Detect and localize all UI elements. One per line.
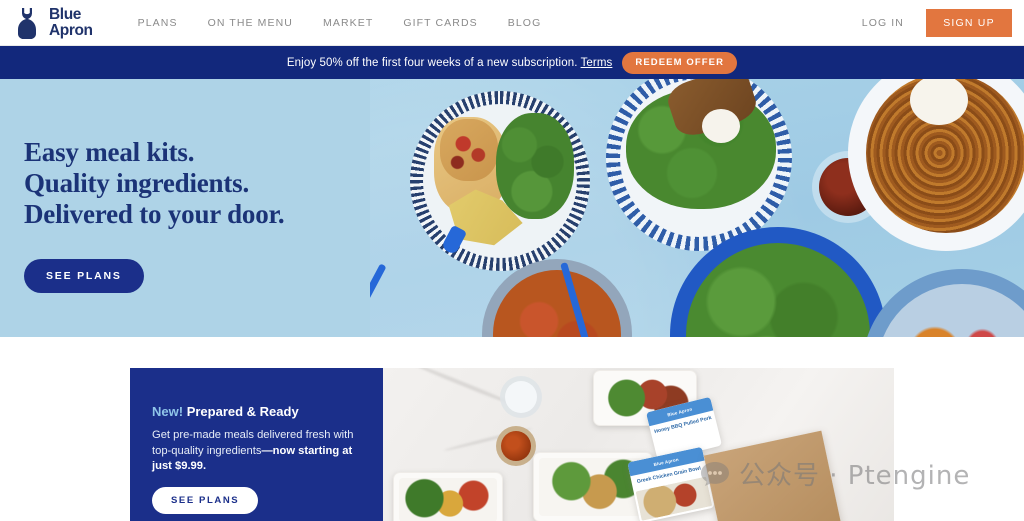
chili-ramekin [496,426,536,466]
redeem-offer-button[interactable]: REDEEM OFFER [622,51,738,74]
promo-banner-message: Enjoy 50% off the first four weeks of a … [286,56,578,69]
water-glass [500,376,542,418]
page-root: Blue Apron PLANS ON THE MENU MARKET GIFT… [0,0,1024,521]
nav-item-gift-cards[interactable]: GIFT CARDS [388,17,492,29]
brand-logo[interactable]: Blue Apron [12,7,93,39]
promo-banner: Enjoy 50% off the first four weeks of a … [0,46,1024,79]
meal-tray-veggie [393,472,503,521]
dish-chicken-kale [410,91,590,271]
fork-left [370,263,387,337]
main-nav: PLANS ON THE MENU MARKET GIFT CARDS BLOG [123,17,557,29]
dish-chicken-salad [606,79,792,251]
nav-item-blog[interactable]: BLOG [493,17,557,29]
dish-noodles-egg [848,79,1024,251]
hero-title-line-2: Quality ingredients. [24,168,250,198]
prepared-ready-heading: New! Prepared & Ready [152,404,361,420]
site-header: Blue Apron PLANS ON THE MENU MARKET GIFT… [0,0,1024,46]
logo-line-1: Blue [49,6,81,23]
new-badge-label: New! [152,404,184,419]
apron-icon [18,7,36,39]
card-see-plans-button[interactable]: SEE PLANS [152,486,259,514]
dish-steak-radish [862,269,1024,337]
promo-banner-text: Enjoy 50% off the first four weeks of a … [287,57,612,69]
nav-item-market[interactable]: MARKET [308,17,388,29]
logo-line-2: Apron [49,21,93,39]
hero-food-photo [370,79,1024,337]
hero-title: Easy meal kits. Quality ingredients. Del… [24,137,285,230]
signup-button[interactable]: SIGN UP [926,9,1012,37]
prepared-meals-photo: Blue Apron Honey BBQ Pulled Pork Blue Ap… [383,368,894,521]
nav-item-on-the-menu[interactable]: ON THE MENU [193,17,308,29]
hero-title-line-3: Delivered to your door. [24,199,285,229]
nav-item-plans[interactable]: PLANS [123,17,193,29]
prepared-ready-card: New! Prepared & Ready Get pre-made meals… [130,368,894,521]
prepared-ready-copy: New! Prepared & Ready Get pre-made meals… [130,368,383,521]
header-actions: LOG IN SIGN UP [862,0,1012,46]
logo-wordmark: Blue Apron [49,7,93,38]
hero-section: Easy meal kits. Quality ingredients. Del… [0,79,1024,337]
meal-tray-contents [399,478,497,521]
recipe-card-brand: Blue Apron [653,456,680,467]
hero-copy: Easy meal kits. Quality ingredients. Del… [24,137,285,293]
prepared-ready-body: Get pre-made meals delivered fresh with … [152,428,361,475]
hero-see-plans-button[interactable]: SEE PLANS [24,259,144,293]
login-link[interactable]: LOG IN [862,17,926,29]
hero-title-line-1: Easy meal kits. [24,137,195,167]
prepared-ready-title: Prepared & Ready [186,404,299,419]
kraft-meal-box [703,430,843,521]
terms-link[interactable]: Terms [581,57,613,69]
